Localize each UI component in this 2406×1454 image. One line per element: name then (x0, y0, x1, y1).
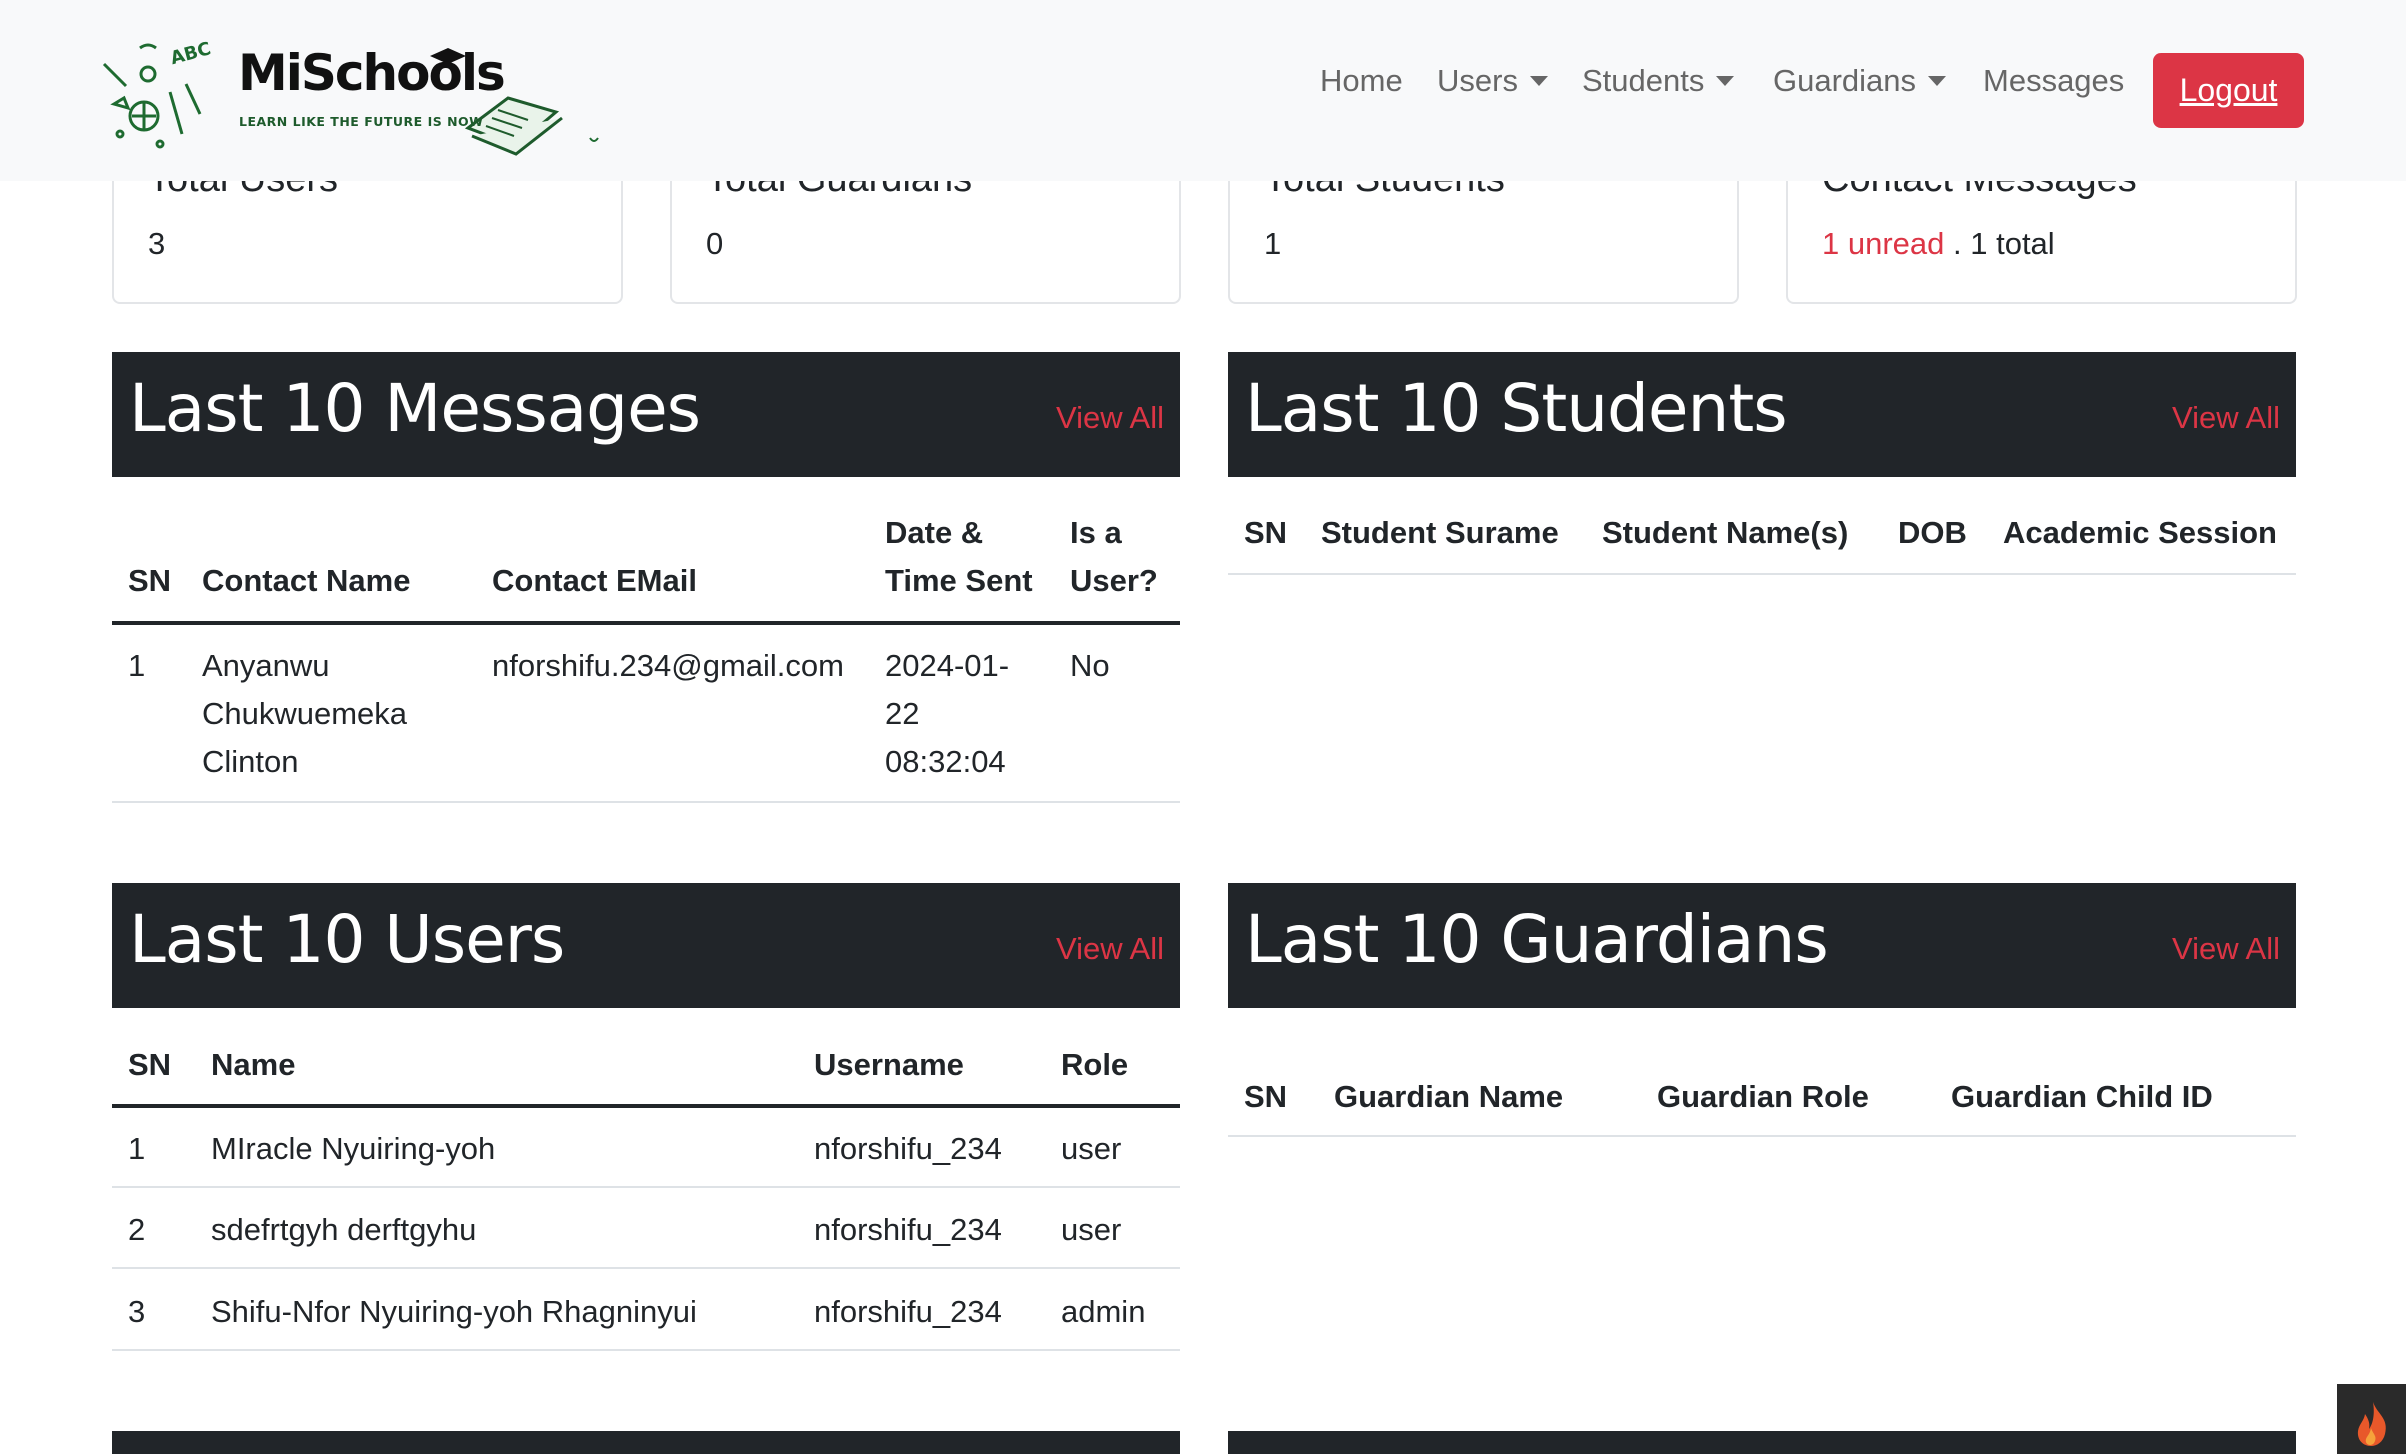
cell-date-sent: 2024-01- (885, 648, 1010, 683)
nav-guardians-dropdown[interactable]: Guardians (1773, 56, 1947, 106)
chevron-down-icon (1716, 76, 1735, 86)
column-header: SN (128, 1047, 172, 1082)
debug-toolbar-toggle[interactable] (2337, 1384, 2406, 1454)
guardians-section-header: Last 10 Guardians View All (1228, 883, 2296, 1008)
cell-username: nforshifu_234 (814, 1212, 1002, 1247)
cell-is-user: No (1070, 648, 1110, 683)
column-header: SN (128, 563, 172, 598)
stat-card-value: 0 (706, 226, 724, 261)
view-all-users-link[interactable]: View All (1056, 931, 1164, 967)
students-section-header: Last 10 Students View All (1228, 352, 2296, 477)
column-header: Student Name(s) (1602, 515, 1849, 550)
column-header: Name (211, 1047, 296, 1082)
flame-icon (2357, 1402, 2386, 1446)
cell-role: user (1061, 1212, 1122, 1247)
view-all-students-link[interactable]: View All (2172, 400, 2280, 436)
navbar: ABC MiSchools LEARN LIKE THE FUTURE IS N… (0, 0, 2406, 181)
column-header: User? (1070, 563, 1158, 598)
cell-name: sdefrtgyh derftgyhu (211, 1212, 477, 1247)
column-header: Contact EMail (492, 563, 697, 598)
header-divider (1228, 573, 2296, 575)
unread-messages-link[interactable]: 1 unread (1822, 226, 1944, 261)
brand-name: MiSchools (238, 44, 506, 102)
header-divider (112, 1104, 1180, 1108)
column-header: DOB (1898, 515, 1967, 550)
nav-messages-label: Messages (1983, 63, 2125, 98)
cell-username: nforshifu_234 (814, 1294, 1002, 1329)
users-section-header: Last 10 Users View All (112, 883, 1180, 1008)
header-divider (1228, 1135, 2296, 1137)
logout-button[interactable]: Logout (2153, 53, 2304, 128)
cell-role: admin (1061, 1294, 1146, 1329)
cell-sn: 2 (128, 1212, 146, 1247)
view-all-messages-link[interactable]: View All (1056, 400, 1164, 436)
section-title: Last 10 Students (1245, 370, 1788, 447)
cell-contact-name: Clinton (202, 744, 299, 779)
nav-students-label: Students (1582, 63, 1705, 98)
cell-sn: 1 (128, 1131, 146, 1166)
cell-contact-name: Anyanwu (202, 648, 330, 683)
cell-name: Shifu-Nfor Nyuiring-yoh Rhagninyui (211, 1294, 697, 1329)
next-section-header (112, 1431, 1180, 1454)
guardians-table: SN Guardian Name Guardian Role Guardian … (1228, 1008, 2296, 1138)
cell-role: user (1061, 1131, 1122, 1166)
chevron-down-icon (1928, 76, 1947, 86)
cell-username: nforshifu_234 (814, 1131, 1002, 1166)
column-header: Academic Session (2003, 515, 2277, 550)
nav-guardians-label: Guardians (1773, 63, 1917, 98)
column-header: Contact Name (202, 563, 411, 598)
column-header: Role (1061, 1047, 1129, 1082)
column-header: Guardian Role (1657, 1079, 1869, 1114)
stat-card-value: 1 unread . 1 total (1822, 226, 2055, 262)
messages-table: SN Contact Name Contact EMail Date & Tim… (112, 477, 1180, 807)
users-table: SN Name Username Role 1 MIracle Nyuiring… (112, 1008, 1180, 1353)
brand-logo[interactable]: ABC MiSchools LEARN LIKE THE FUTURE IS N… (100, 34, 610, 162)
nav-students-dropdown[interactable]: Students (1582, 56, 1735, 106)
section-title: Last 10 Messages (129, 370, 701, 447)
nav-messages[interactable]: Messages (1983, 56, 2124, 106)
nav-users-label: Users (1437, 63, 1518, 98)
stat-card-value: 3 (148, 226, 166, 261)
cell-contact-email: nforshifu.234@gmail.com (492, 648, 844, 683)
chevron-down-icon (1529, 76, 1548, 86)
total-messages-count: . 1 total (1953, 226, 2055, 261)
brand-tagline: LEARN LIKE THE FUTURE IS NOW (239, 114, 484, 129)
column-header: SN (1244, 515, 1288, 550)
cell-date-sent: 08:32:04 (885, 744, 1006, 779)
stat-card-value: 1 (1264, 226, 1282, 261)
next-section-header (1228, 1431, 2296, 1454)
cell-contact-name: Chukwuemeka (202, 696, 408, 731)
svg-text:ABC: ABC (168, 38, 213, 69)
column-header: Is a (1070, 515, 1122, 550)
cell-sn: 3 (128, 1294, 146, 1329)
section-title: Last 10 Users (129, 901, 565, 978)
view-all-guardians-link[interactable]: View All (2172, 931, 2280, 967)
cell-sn: 1 (128, 648, 146, 683)
nav-home-label: Home (1320, 63, 1403, 98)
column-header: Guardian Name (1334, 1079, 1564, 1114)
column-header: Guardian Child ID (1951, 1079, 2213, 1114)
row-divider (112, 1349, 1180, 1351)
row-divider (112, 1186, 1180, 1188)
column-header: Student Surame (1321, 515, 1559, 550)
column-header: Username (814, 1047, 964, 1082)
column-header: Time Sent (885, 563, 1033, 598)
nav-home[interactable]: Home (1320, 56, 1403, 106)
cell-date-sent: 22 (885, 696, 920, 731)
nav-users-dropdown[interactable]: Users (1437, 56, 1548, 106)
row-divider (112, 1267, 1180, 1269)
messages-section-header: Last 10 Messages View All (112, 352, 1180, 477)
column-header: Date & (885, 515, 984, 550)
header-divider (112, 621, 1180, 625)
students-table: SN Student Surame Student Name(s) DOB Ac… (1228, 477, 2296, 577)
column-header: SN (1244, 1079, 1288, 1114)
section-title: Last 10 Guardians (1245, 901, 1829, 978)
row-divider (112, 801, 1180, 803)
cell-name: MIracle Nyuiring-yoh (211, 1131, 496, 1166)
